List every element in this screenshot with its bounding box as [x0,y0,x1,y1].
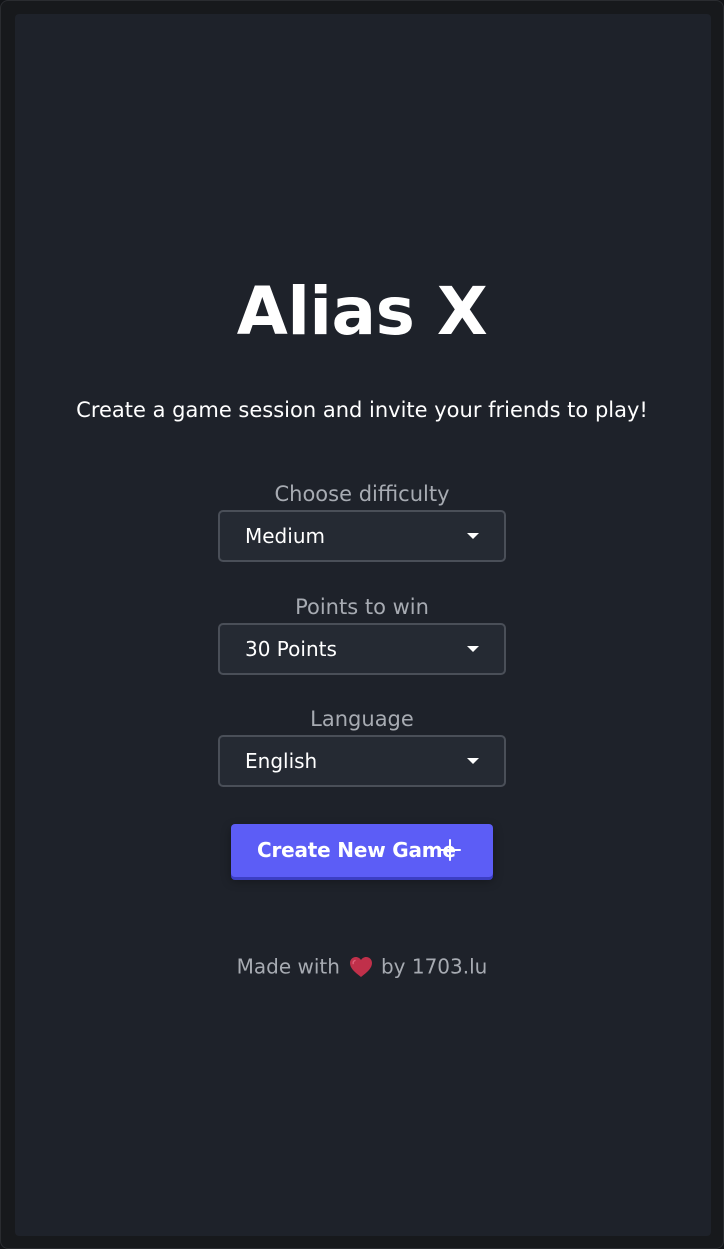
points-select-value: 30 Points [245,637,337,661]
footer-suffix: by 1703.lu [380,954,488,979]
points-select[interactable]: 30 Points [218,623,506,675]
caret-down-icon [467,758,479,764]
points-label: Points to win [295,595,429,619]
difficulty-label: Choose difficulty [274,482,450,506]
language-label: Language [310,707,414,731]
caret-down-icon [467,646,479,652]
difficulty-select-value: Medium [245,524,325,548]
app-subtitle: Create a game session and invite your fr… [76,398,648,422]
footer-credit: Made with by 1703.lu [0,950,724,982]
footer-prefix: Made with [236,954,340,979]
language-select[interactable]: English [218,735,506,787]
create-new-game-label: Create New Game [257,838,456,862]
create-new-game-button[interactable]: Create New Game [231,824,493,877]
heart-icon [349,956,372,977]
language-select-value: English [245,749,318,773]
app-title: Alias X [236,273,488,350]
difficulty-select[interactable]: Medium [218,510,506,562]
caret-down-icon [467,533,479,539]
plus-icon [439,839,461,861]
